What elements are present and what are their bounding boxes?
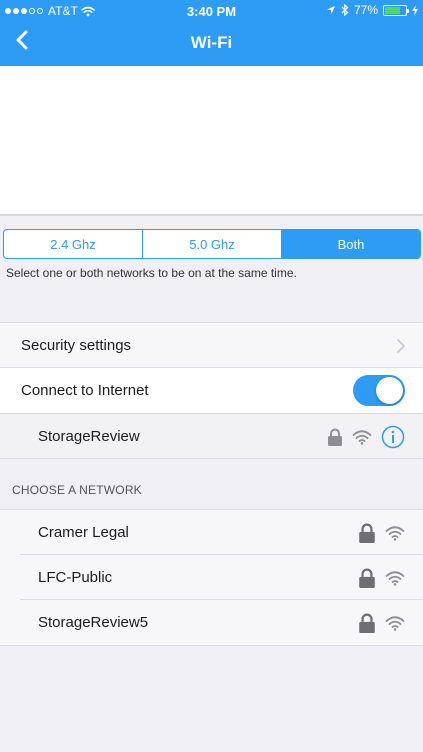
content-panel <box>0 66 423 214</box>
bluetooth-icon <box>341 4 349 16</box>
network-row[interactable]: Cramer Legal <box>0 510 423 555</box>
battery-level-fill <box>385 6 401 14</box>
joined-network-row[interactable]: StorageReview <box>0 414 423 459</box>
network-row[interactable]: LFC-Public <box>0 555 423 600</box>
panel-divider <box>0 214 423 216</box>
status-bar: AT&T 3:40 PM 77% <box>0 0 423 22</box>
page-title: Wi-Fi <box>190 33 233 52</box>
band-option-2-4ghz[interactable]: 2.4 Ghz <box>4 230 143 258</box>
status-right: 77% <box>326 3 418 17</box>
security-settings-accessory <box>397 338 405 353</box>
charging-icon <box>412 4 418 16</box>
joined-network-accessories <box>327 425 405 449</box>
lock-icon <box>358 523 376 543</box>
band-selector: 2.4 Ghz 5.0 Ghz Both <box>3 229 421 259</box>
wifi-icon <box>385 570 405 586</box>
security-settings-label: Security settings <box>21 337 132 354</box>
network-accessories <box>358 568 405 588</box>
battery-icon <box>383 4 409 16</box>
wifi-icon <box>352 429 372 445</box>
network-row[interactable]: StorageReview5 <box>0 600 423 645</box>
band-option-5-0ghz[interactable]: 5.0 Ghz <box>143 230 282 258</box>
connect-to-internet-row: Connect to Internet <box>0 368 423 413</box>
connect-to-internet-toggle[interactable] <box>353 375 405 406</box>
location-icon <box>326 5 336 15</box>
network-accessories <box>358 523 405 543</box>
divider <box>0 645 423 646</box>
network-name: StorageReview5 <box>38 614 149 631</box>
connect-to-internet-accessory <box>353 375 405 406</box>
battery-percent: 77% <box>353 3 378 17</box>
network-accessories <box>358 613 405 633</box>
navigation-header: AT&T 3:40 PM 77% Settings Wi-Fi <box>0 0 423 66</box>
network-name: Cramer Legal <box>38 524 129 541</box>
divider <box>0 458 423 459</box>
lock-icon <box>358 613 376 633</box>
wifi-icon <box>385 525 405 541</box>
security-settings-row[interactable]: Security settings <box>0 323 423 368</box>
band-selector-hint: Select one or both networks to be on at … <box>6 266 297 280</box>
toggle-knob <box>376 377 403 404</box>
network-name: LFC-Public <box>38 569 113 586</box>
band-option-both[interactable]: Both <box>282 230 420 258</box>
choose-network-header: CHOOSE A NETWORK <box>12 483 142 497</box>
lock-icon <box>358 568 376 588</box>
joined-network-name: StorageReview <box>38 428 140 445</box>
wifi-icon <box>385 615 405 631</box>
connect-to-internet-label: Connect to Internet <box>21 382 149 399</box>
chevron-right-icon <box>397 338 405 353</box>
lock-icon <box>327 428 343 446</box>
info-icon[interactable] <box>381 425 405 449</box>
